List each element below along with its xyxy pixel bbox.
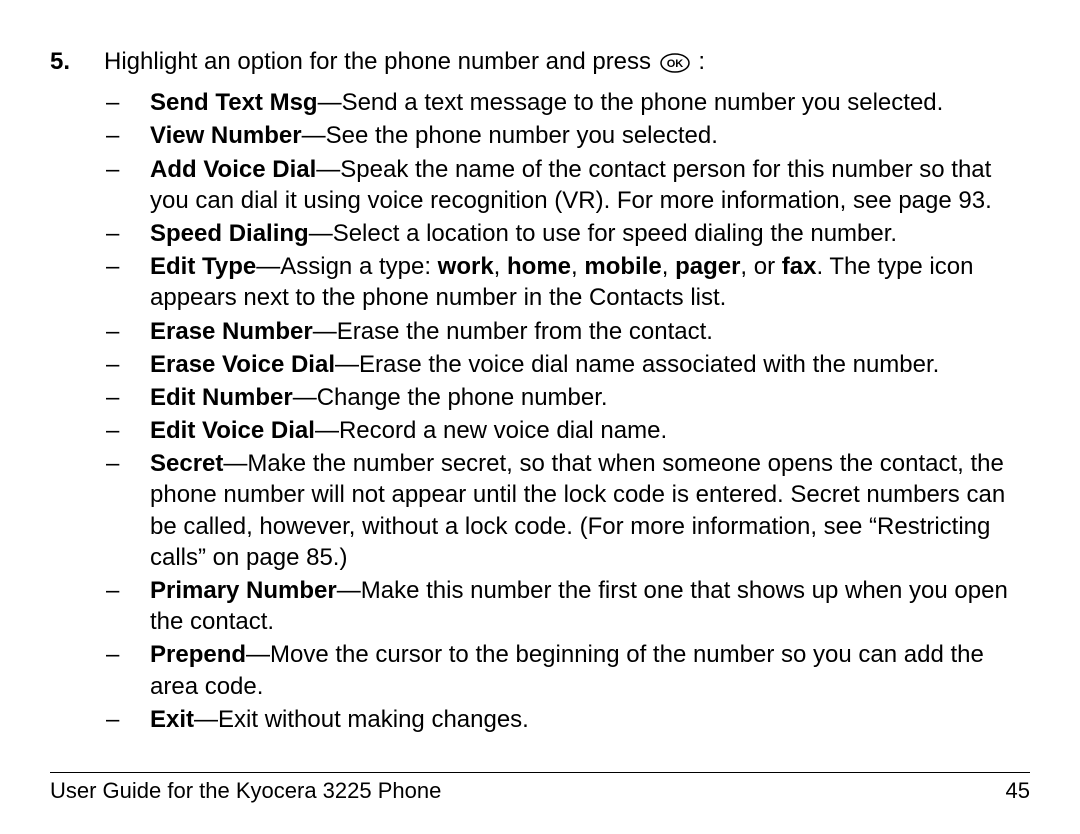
option-body: Edit Type—Assign a type: work, home, mob… [150,251,1030,313]
option-label: View Number [150,122,302,149]
type-work: work [438,253,494,280]
option-body: Edit Number—Change the phone number. [150,382,1030,413]
option-desc: —Select a location to use for speed dial… [309,220,897,247]
type-fax: fax [782,253,817,280]
option-desc: —Erase the voice dial name associated wi… [335,351,939,378]
option-body: Send Text Msg—Send a text message to the… [150,87,1030,118]
type-home: home [507,253,571,280]
option-label: Prepend [150,641,246,668]
step-colon: : [692,48,705,75]
option-send-text-msg: – Send Text Msg—Send a text message to t… [104,87,1030,118]
option-primary-number: – Primary Number—Make this number the fi… [104,575,1030,637]
bullet-dash: – [104,87,150,118]
option-label: Erase Number [150,318,313,345]
or-word: or [754,253,775,280]
sep [775,253,782,280]
sep: , [571,253,584,280]
sep: , [662,253,675,280]
option-label: Primary Number [150,577,337,604]
option-desc: —Send a text message to the phone number… [318,89,944,116]
option-desc: —Move the cursor to the beginning of the… [150,641,984,699]
step-number: 5. [50,46,104,737]
bullet-dash: – [104,639,150,701]
svg-text:OK: OK [666,58,683,70]
option-desc: —See the phone number you selected. [302,122,718,149]
option-add-voice-dial: – Add Voice Dial—Speak the name of the c… [104,154,1030,216]
option-label: Secret [150,450,223,477]
option-label: Exit [150,706,194,733]
option-view-number: – View Number—See the phone number you s… [104,120,1030,151]
page-number: 45 [1006,777,1030,806]
option-label: Edit Type [150,253,256,280]
option-body: Erase Number—Erase the number from the c… [150,316,1030,347]
bullet-dash: – [104,704,150,735]
option-erase-voice-dial: – Erase Voice Dial—Erase the voice dial … [104,349,1030,380]
bullet-dash: – [104,154,150,216]
document-page: 5. Highlight an option for the phone num… [0,0,1080,834]
step-5: 5. Highlight an option for the phone num… [50,46,1030,737]
bullet-dash: – [104,575,150,637]
option-prepend: – Prepend—Move the cursor to the beginni… [104,639,1030,701]
step-lead-text: Highlight an option for the phone number… [104,48,658,75]
ok-key-icon: OK [660,50,690,81]
option-body: Prepend—Move the cursor to the beginning… [150,639,1030,701]
option-body: Erase Voice Dial—Erase the voice dial na… [150,349,1030,380]
bullet-dash: – [104,316,150,347]
option-exit: – Exit—Exit without making changes. [104,704,1030,735]
option-erase-number: – Erase Number—Erase the number from the… [104,316,1030,347]
bullet-dash: – [104,251,150,313]
option-list: – Send Text Msg—Send a text message to t… [104,87,1030,735]
option-body: Secret—Make the number secret, so that w… [150,448,1030,573]
option-label: Speed Dialing [150,220,309,247]
option-speed-dialing: – Speed Dialing—Select a location to use… [104,218,1030,249]
option-label: Send Text Msg [150,89,318,116]
footer-title: User Guide for the Kyocera 3225 Phone [50,777,441,806]
bullet-dash: – [104,382,150,413]
bullet-dash: – [104,120,150,151]
bullet-dash: – [104,218,150,249]
step-body: Highlight an option for the phone number… [104,46,1030,737]
option-desc: —Exit without making changes. [194,706,529,733]
bullet-dash: – [104,415,150,446]
option-desc-pre: —Assign a type: [256,253,437,280]
option-body: Speed Dialing—Select a location to use f… [150,218,1030,249]
type-pager: pager [675,253,740,280]
sep: , [740,253,753,280]
option-desc: —Change the phone number. [293,384,608,411]
option-label: Erase Voice Dial [150,351,335,378]
option-body: Add Voice Dial—Speak the name of the con… [150,154,1030,216]
option-desc: —Record a new voice dial name. [315,417,667,444]
option-body: Exit—Exit without making changes. [150,704,1030,735]
option-edit-type: – Edit Type—Assign a type: work, home, m… [104,251,1030,313]
bullet-dash: – [104,349,150,380]
bullet-dash: – [104,448,150,573]
option-desc: —Make the number secret, so that when so… [150,450,1005,571]
option-edit-voice-dial: – Edit Voice Dial—Record a new voice dia… [104,415,1030,446]
option-label: Add Voice Dial [150,156,316,183]
page-footer: User Guide for the Kyocera 3225 Phone 45 [50,772,1030,806]
sep: , [494,253,507,280]
option-body: View Number—See the phone number you sel… [150,120,1030,151]
option-label: Edit Voice Dial [150,417,315,444]
type-mobile: mobile [584,253,661,280]
option-label: Edit Number [150,384,293,411]
option-edit-number: – Edit Number—Change the phone number. [104,382,1030,413]
option-body: Edit Voice Dial—Record a new voice dial … [150,415,1030,446]
option-desc: —Erase the number from the contact. [313,318,713,345]
option-body: Primary Number—Make this number the firs… [150,575,1030,637]
option-secret: – Secret—Make the number secret, so that… [104,448,1030,573]
